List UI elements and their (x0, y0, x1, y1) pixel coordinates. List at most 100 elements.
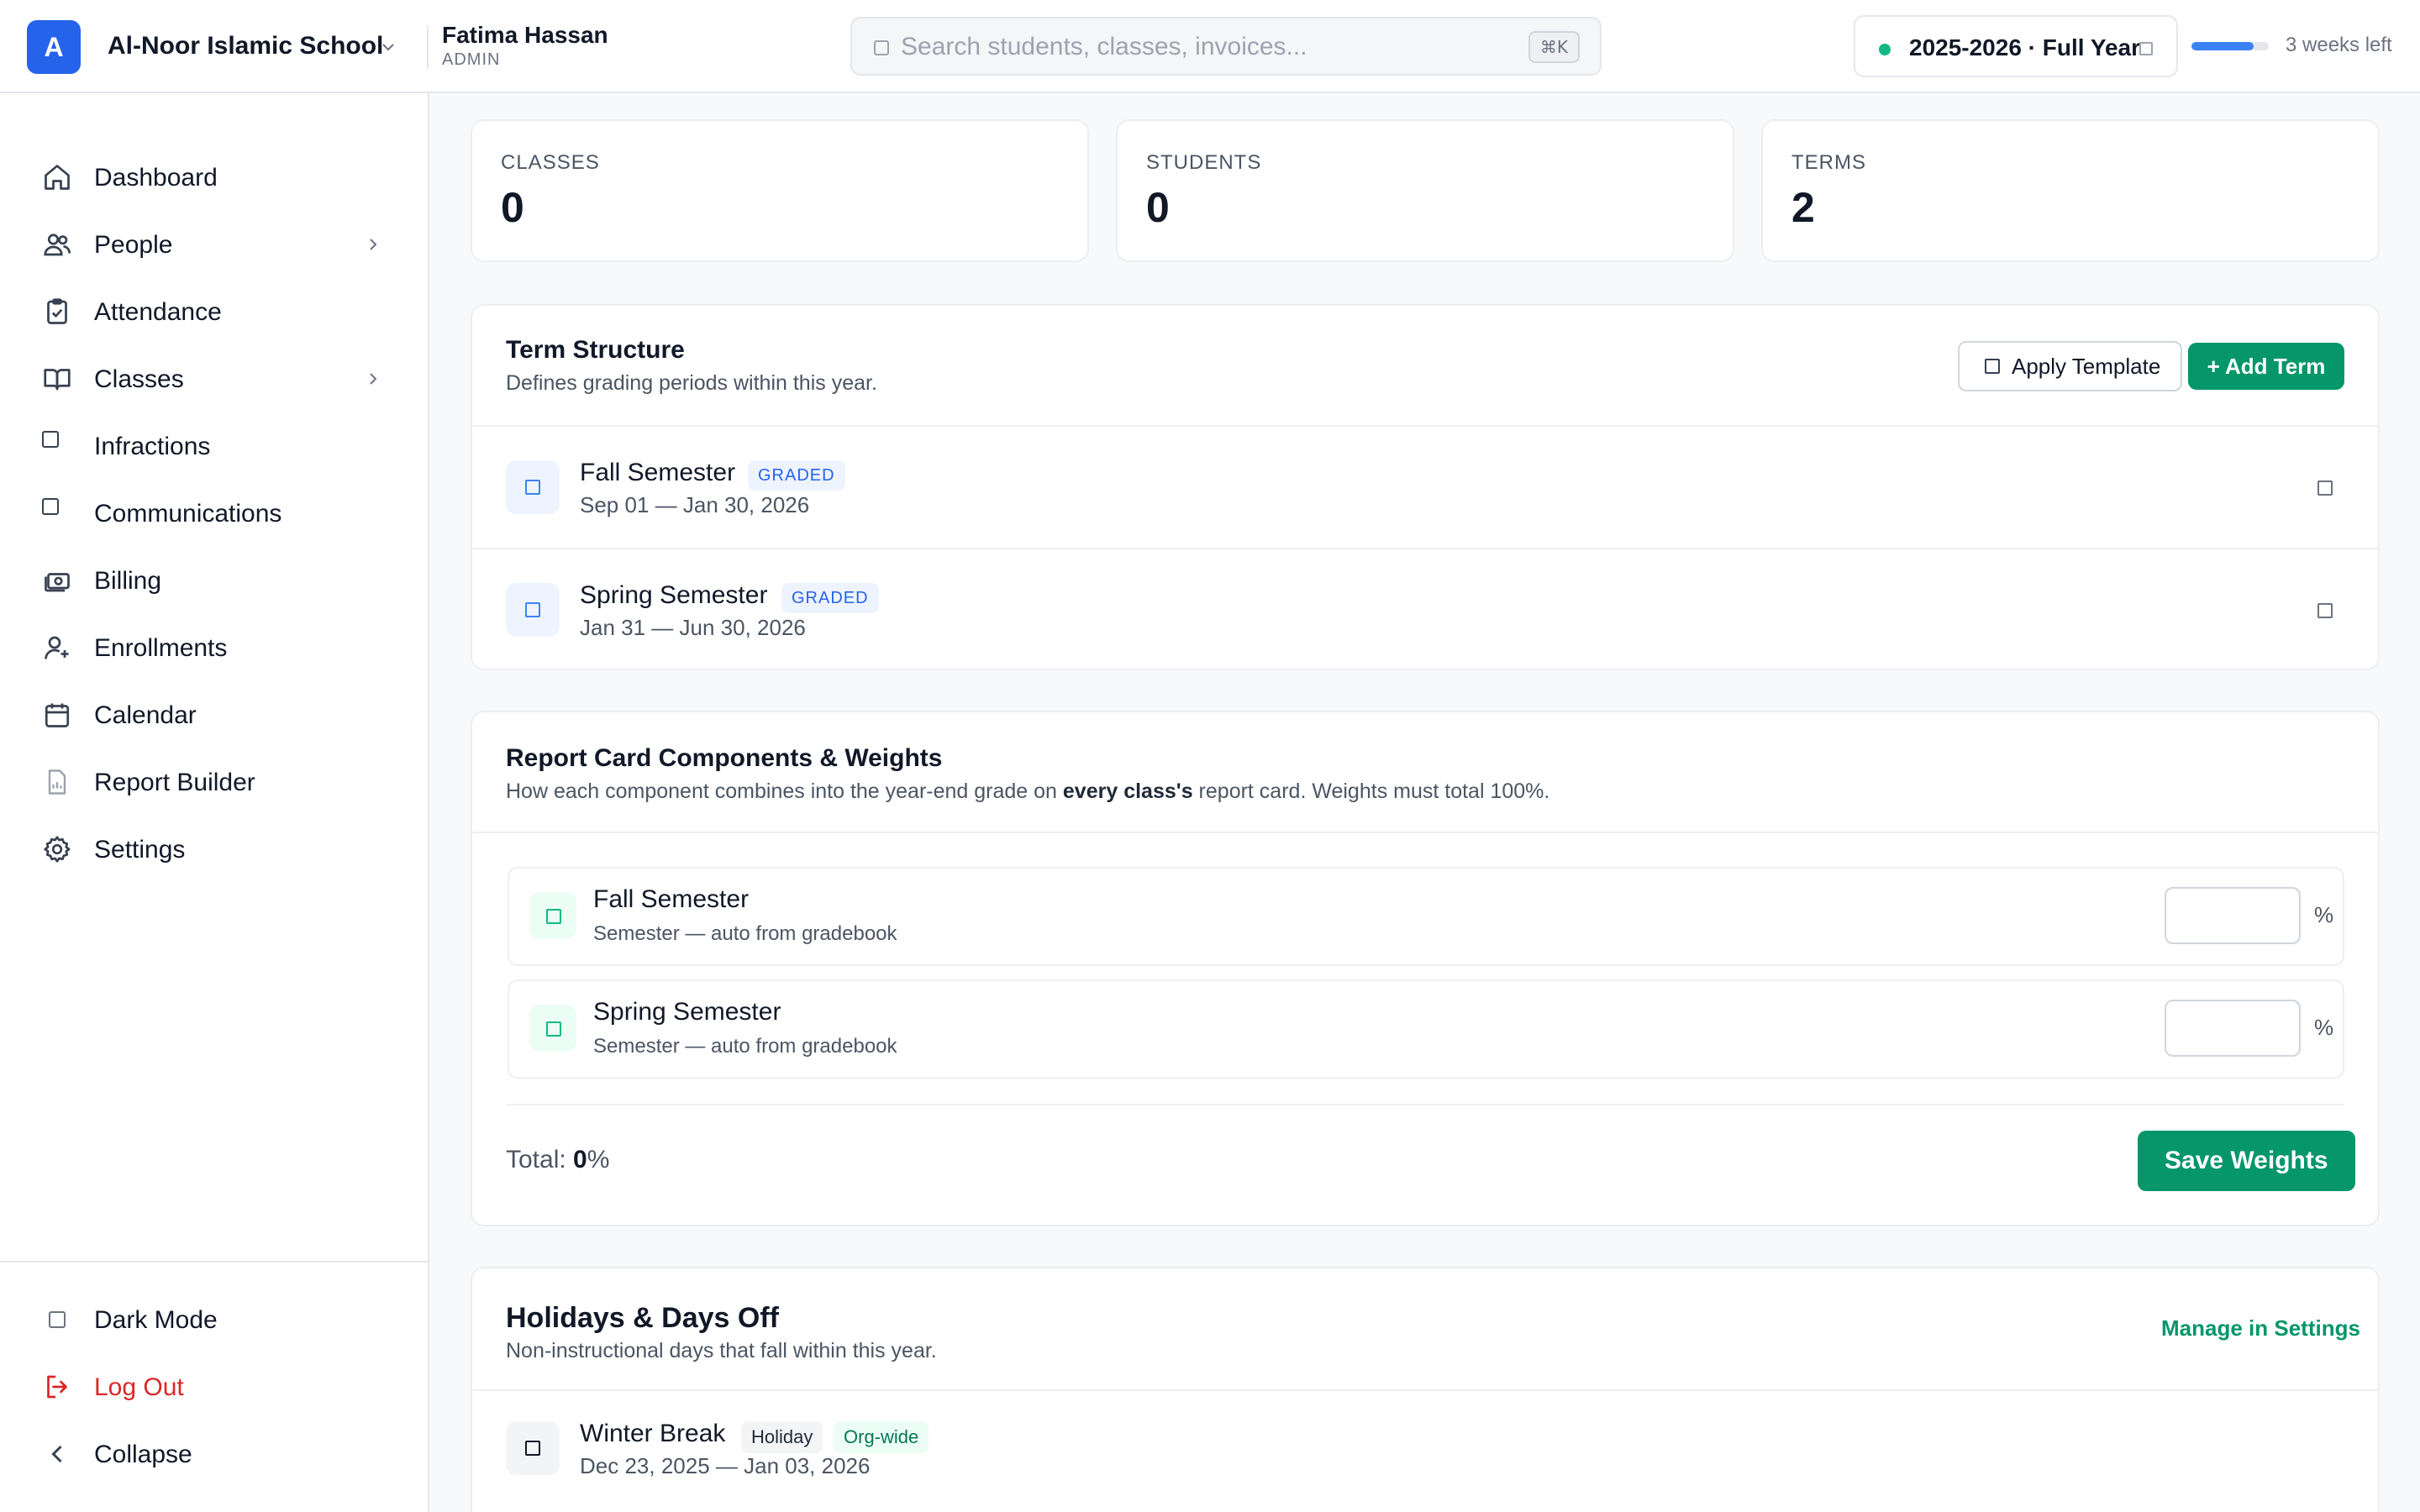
total-value: 0 (573, 1146, 587, 1173)
home-icon (42, 162, 72, 192)
school-switcher[interactable]: Al-Noor Islamic School (108, 32, 383, 60)
search-shortcut: ⌘K (1528, 31, 1580, 63)
total-label: Total: (506, 1146, 574, 1173)
logout-icon (42, 1372, 72, 1402)
school-logo[interactable]: A (27, 20, 81, 74)
sidebar-item-label: Attendance (94, 298, 222, 326)
weights-total: Total: 0% (506, 1146, 609, 1174)
stat-label: STUDENTS (1146, 151, 1262, 174)
subtitle-bold: every class's (1062, 780, 1193, 803)
global-search[interactable]: ⌘K (850, 17, 1602, 76)
gear-icon (42, 834, 72, 864)
component-icon (529, 1005, 576, 1052)
sidebar-item-enrollments[interactable]: Enrollments (25, 621, 403, 675)
term-name: Spring Semester (580, 581, 768, 609)
user-name: Fatima Hassan (442, 22, 608, 48)
add-term-label: + Add Term (2207, 353, 2326, 379)
collapse-sidebar-button[interactable]: Collapse (25, 1427, 403, 1481)
sidebar-item-dashboard[interactable]: Dashboard (25, 150, 403, 204)
term-icon (506, 583, 560, 637)
search-icon (874, 40, 889, 55)
sidebar-item-classes[interactable]: Classes (25, 352, 403, 406)
time-left: 3 weeks left (2286, 34, 2392, 56)
report-card-weights-card: Report Card Components & Weights How eac… (471, 711, 2380, 1226)
term-dates: Sep 01 — Jan 30, 2026 (580, 492, 810, 517)
weight-input[interactable] (2165, 887, 2301, 944)
sidebar-item-label: Infractions (94, 433, 211, 460)
subtitle-text: How each component combines into the yea… (506, 780, 1063, 803)
chevron-right-icon (370, 239, 377, 250)
graded-badge: GRADED (748, 460, 845, 491)
year-progress-fill (2191, 42, 2254, 50)
manage-holidays-link[interactable]: Manage in Settings (2161, 1315, 2360, 1341)
divider (506, 1104, 2344, 1105)
term-icon (506, 460, 560, 514)
user-role: ADMIN (442, 50, 501, 69)
header-divider (427, 25, 429, 69)
sidebar-item-label: Dashboard (94, 164, 218, 192)
sidebar-item-people[interactable]: People (25, 218, 403, 271)
holiday-icon (506, 1421, 560, 1475)
holidays-card: Holidays & Days Off Non-instructional da… (471, 1267, 2380, 1512)
communications-icon (42, 498, 59, 515)
term-dates: Jan 31 — Jun 30, 2026 (580, 615, 806, 640)
sidebar-item-calendar[interactable]: Calendar (25, 688, 403, 742)
book-icon (42, 364, 72, 394)
sidebar-item-label: Report Builder (94, 769, 255, 796)
add-term-button[interactable]: + Add Term (2188, 343, 2344, 390)
sidebar-item-billing[interactable]: Billing (25, 554, 403, 607)
component-name: Fall Semester (593, 885, 750, 913)
holiday-name: Winter Break (580, 1420, 726, 1447)
card-title: Report Card Components & Weights (506, 744, 943, 772)
sidebar-divider (0, 1261, 428, 1263)
report-icon (42, 767, 72, 797)
sidebar-item-communications[interactable]: Communications (25, 486, 403, 540)
chevron-down-icon[interactable] (376, 37, 400, 57)
percent-unit: % (2314, 902, 2334, 927)
year-progress (2191, 42, 2269, 50)
moon-icon (49, 1311, 66, 1328)
stat-card-terms: TERMS 2 (1761, 119, 2380, 262)
user-plus-icon (42, 633, 72, 663)
sidebar-item-label: Calendar (94, 701, 197, 729)
holiday-row[interactable]: Winter Break Holiday Org-wide Dec 23, 20… (472, 1391, 2378, 1500)
top-bar: A Al-Noor Islamic School Fatima Hassan A… (0, 0, 2420, 93)
sidebar-item-label: People (94, 231, 173, 259)
term-row[interactable]: Spring Semester GRADED Jan 31 — Jun 30, … (472, 549, 2378, 671)
subtitle-text: report card. Weights must total 100%. (1192, 780, 1550, 803)
sidebar-item-label: Billing (94, 567, 162, 595)
component-row: Fall Semester Semester — auto from grade… (508, 867, 2344, 966)
total-unit: % (587, 1146, 610, 1173)
sidebar: Dashboard People Attendance Classes Infr… (0, 93, 429, 1512)
component-name: Spring Semester (593, 998, 781, 1026)
weight-input[interactable] (2165, 1000, 2301, 1057)
holiday-type-tag: Holiday (741, 1421, 823, 1453)
dark-mode-toggle[interactable]: Dark Mode (25, 1293, 403, 1347)
money-icon (42, 565, 72, 596)
holiday-scope-tag: Org-wide (834, 1421, 929, 1453)
term-menu-icon[interactable] (2317, 603, 2333, 618)
graded-badge: GRADED (781, 583, 879, 613)
stat-label: TERMS (1791, 151, 1866, 174)
component-row: Spring Semester Semester — auto from gra… (508, 979, 2344, 1079)
stat-value: 0 (501, 184, 524, 231)
sidebar-item-attendance[interactable]: Attendance (25, 285, 403, 339)
chevron-left-icon (42, 1439, 72, 1469)
clipboard-check-icon (42, 297, 72, 327)
save-weights-button[interactable]: Save Weights (2138, 1131, 2355, 1191)
logout-button[interactable]: Log Out (25, 1360, 403, 1414)
academic-year-select[interactable]: 2025-2026 · Full Year (1854, 15, 2178, 77)
sidebar-item-label: Classes (94, 365, 184, 393)
sidebar-item-report-builder[interactable]: Report Builder (25, 755, 403, 809)
stat-card-students: STUDENTS 0 (1116, 119, 1734, 262)
year-menu-icon (2139, 42, 2153, 55)
search-input[interactable] (901, 30, 1506, 64)
calendar-icon (42, 700, 72, 730)
term-row[interactable]: Fall Semester GRADED Sep 01 — Jan 30, 20… (472, 427, 2378, 549)
sidebar-item-settings[interactable]: Settings (25, 822, 403, 876)
term-menu-icon[interactable] (2317, 480, 2333, 496)
year-status-dot (1879, 44, 1891, 55)
sidebar-item-infractions[interactable]: Infractions (25, 419, 403, 473)
apply-template-button[interactable]: Apply Template (1958, 341, 2183, 391)
stat-label: CLASSES (501, 151, 600, 174)
